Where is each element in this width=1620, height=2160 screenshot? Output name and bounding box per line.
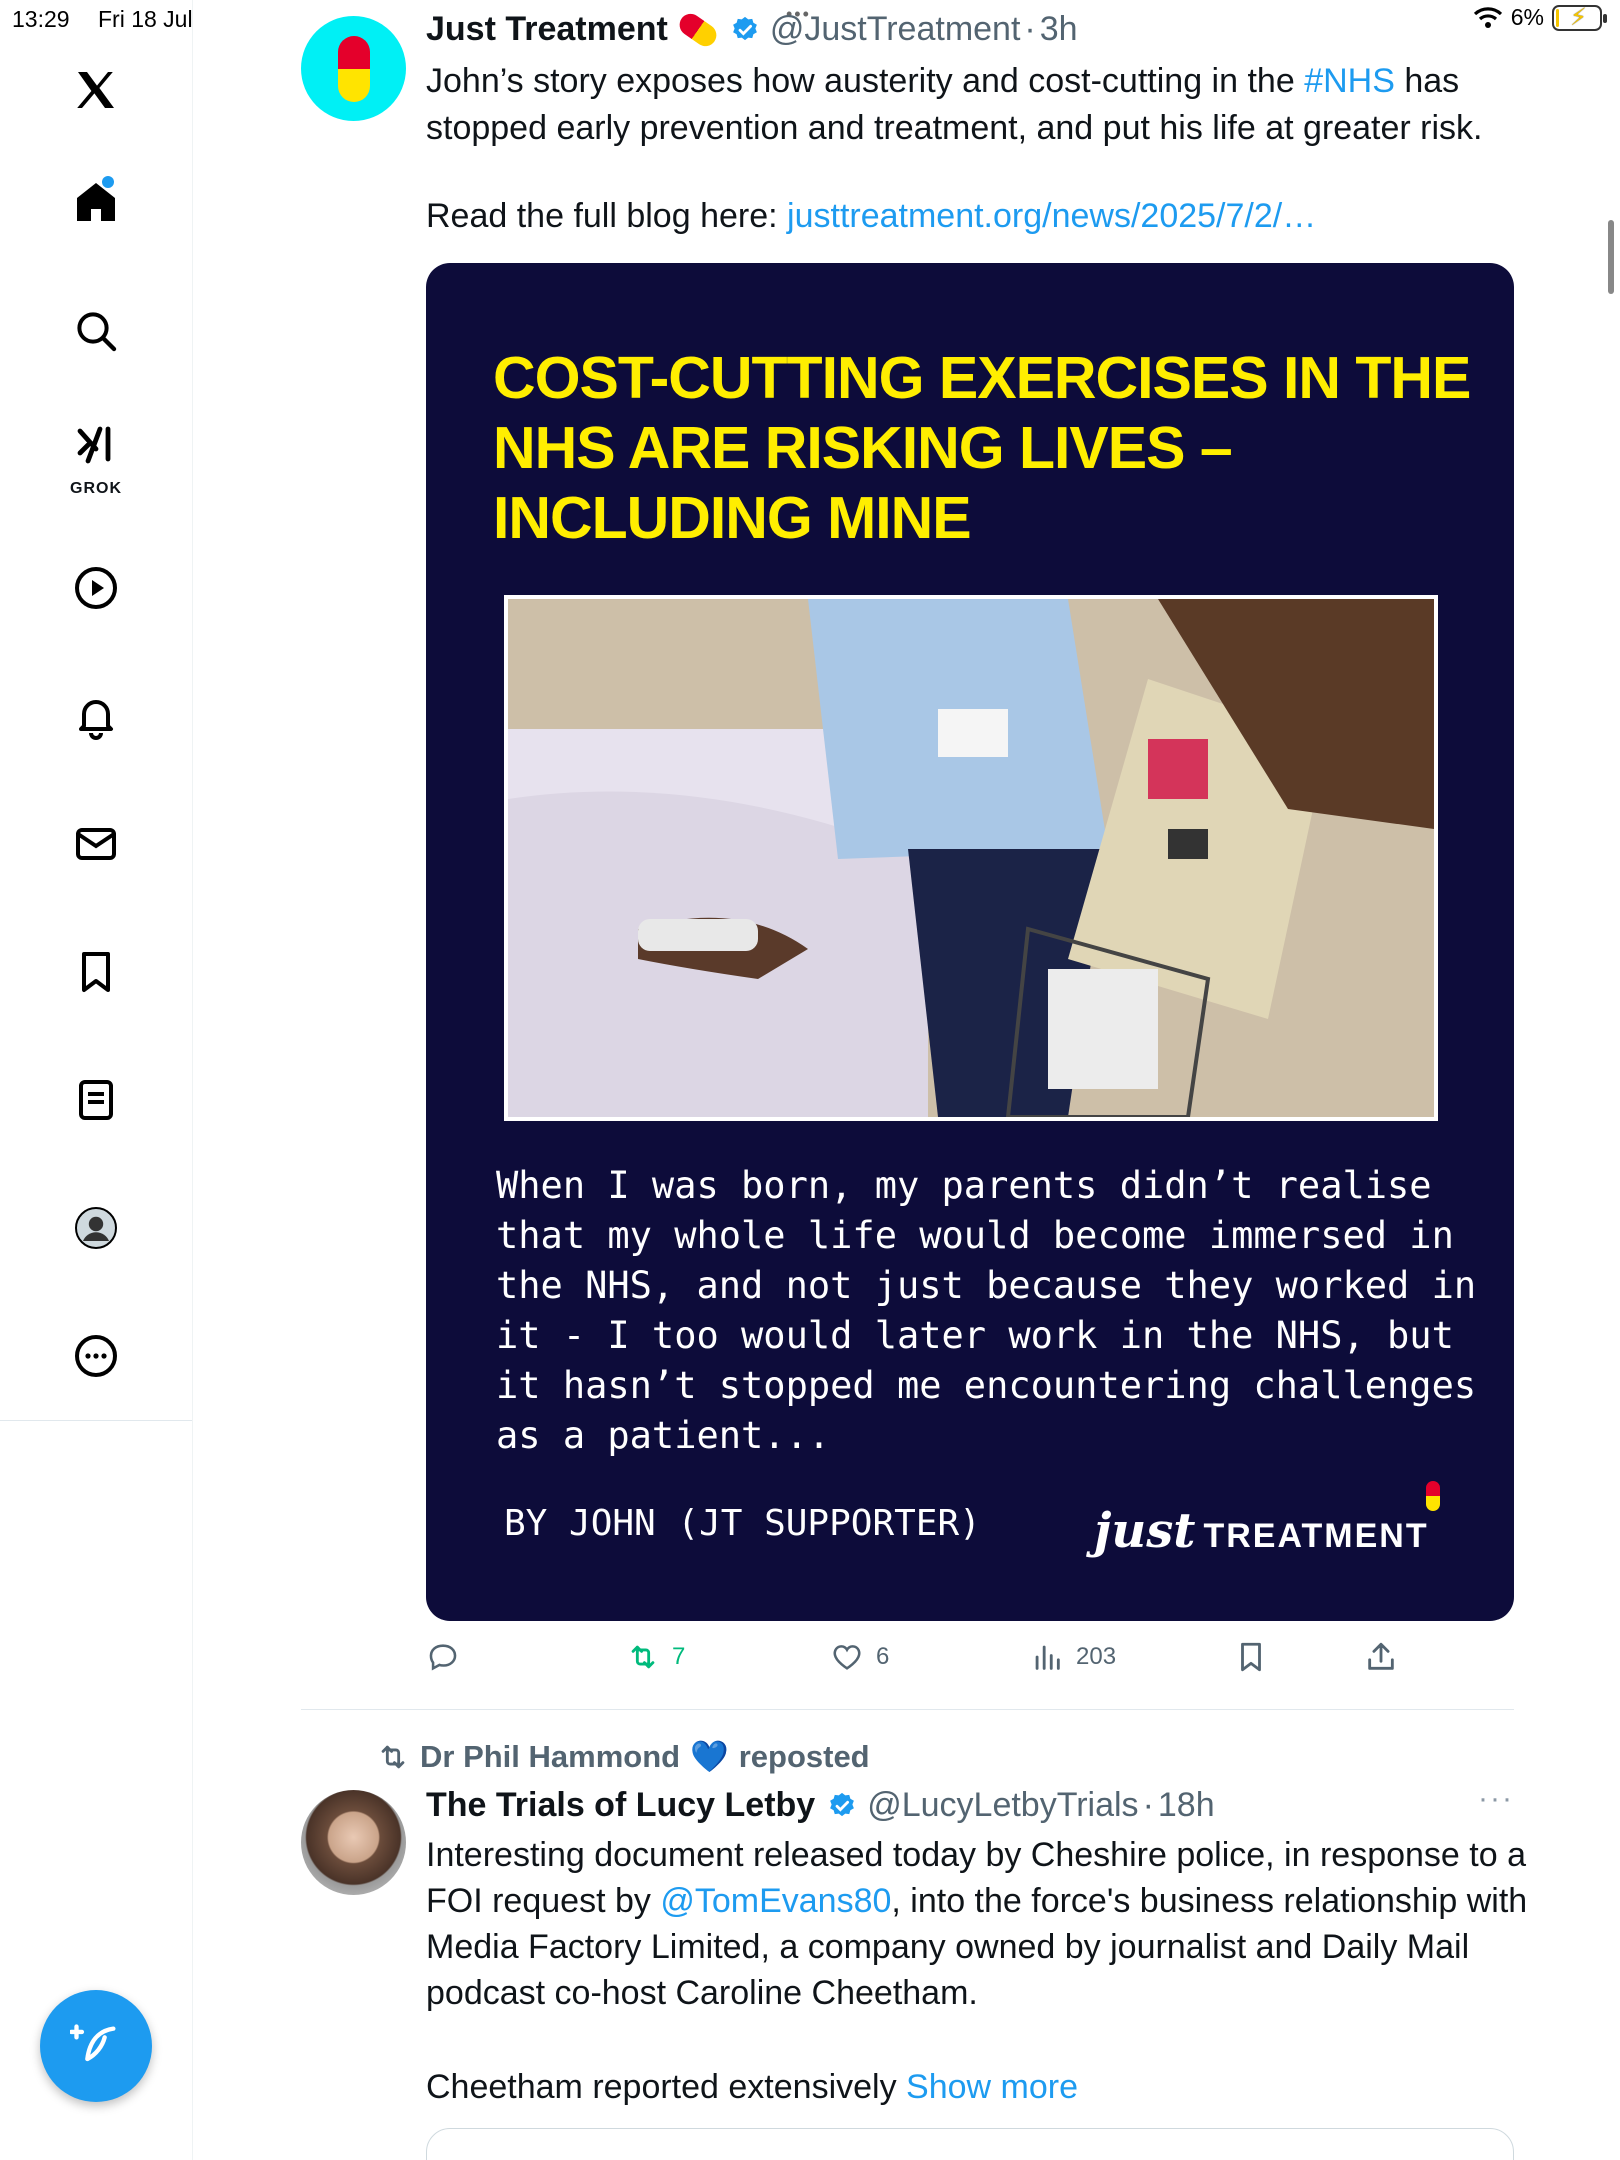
repost-indicator: Dr Phil Hammond 💙 reposted xyxy=(376,1738,870,1775)
reply-button[interactable] xyxy=(426,1640,472,1674)
compose-button[interactable] xyxy=(40,1990,152,2102)
wifi-icon xyxy=(1473,6,1502,28)
mail-icon[interactable] xyxy=(58,806,134,882)
tweet-time[interactable]: 18h xyxy=(1158,1786,1215,1825)
tweet-time[interactable]: 3h xyxy=(1040,10,1078,49)
x-logo-icon[interactable] xyxy=(58,52,134,128)
retweet-icon xyxy=(631,1645,655,1669)
hospital-photo xyxy=(504,595,1438,1121)
show-more-link[interactable]: Show more xyxy=(906,2068,1078,2106)
view-count: 203 xyxy=(1076,1643,1117,1670)
tweet-text: John’s story exposes how austerity and c… xyxy=(426,62,1483,147)
status-indicators: 6% ⚡ xyxy=(1473,4,1607,31)
blog-link[interactable]: justtreatment.org/news/2025/7/2/… xyxy=(787,197,1316,235)
reposted-label: reposted xyxy=(738,1738,870,1774)
logo-word: TREATMENT xyxy=(1203,1517,1429,1555)
share-button[interactable] xyxy=(1364,1640,1398,1674)
retweet-button[interactable]: 7 xyxy=(626,1640,685,1674)
reposter-name[interactable]: Dr Phil Hammond xyxy=(420,1739,680,1775)
sidebar-divider xyxy=(0,1420,192,1421)
pill-logo-icon xyxy=(337,35,370,102)
media-byline: BY JOHN (JT SUPPORTER) xyxy=(504,1503,981,1544)
search-icon[interactable] xyxy=(58,293,134,369)
media-title: COST-CUTTING EXERCISES IN THE NHS ARE RI… xyxy=(493,345,1471,551)
more-options-icon[interactable]: ··· xyxy=(1478,1782,1514,1816)
bookmark-button[interactable] xyxy=(1234,1640,1268,1674)
retweet-count: 7 xyxy=(672,1643,686,1670)
grok-icon[interactable]: GROK xyxy=(58,418,134,497)
read-more-line: Read the full blog here: justtreatment.o… xyxy=(426,197,1317,235)
tweet-divider xyxy=(301,1709,1514,1710)
heart-icon xyxy=(833,1645,861,1670)
bell-icon[interactable] xyxy=(58,678,134,754)
battery-percent: 6% xyxy=(1510,4,1544,30)
pill-emoji-icon xyxy=(675,9,721,50)
author-name[interactable]: The Trials of Lucy Letby xyxy=(426,1786,815,1825)
retweet-icon xyxy=(381,1745,405,1768)
just-treatment-logo: just TREATMENT xyxy=(1094,1503,1429,1559)
tweet-text: Interesting document released today by C… xyxy=(426,1836,1528,2012)
sidebar: GROK xyxy=(0,0,193,2160)
tweet-header: Just Treatment @JustTreatment · 3h xyxy=(426,9,1078,50)
blue-heart-icon: 💙 xyxy=(690,1739,729,1774)
verified-badge-icon xyxy=(827,1791,857,1821)
tweet-media-card[interactable] xyxy=(426,2128,1514,2160)
like-count: 6 xyxy=(876,1643,890,1670)
list-icon[interactable] xyxy=(58,1062,134,1138)
bookmark-icon xyxy=(1241,1642,1261,1672)
play-icon[interactable] xyxy=(58,550,134,626)
reply-icon xyxy=(429,1644,457,1671)
scrollbar[interactable] xyxy=(1608,220,1614,294)
views-button[interactable]: 203 xyxy=(1030,1640,1116,1674)
views-icon xyxy=(1035,1645,1060,1670)
tweet-header: The Trials of Lucy Letby @LucyLetbyTrial… xyxy=(426,1786,1215,1825)
mention-link[interactable]: @TomEvans80 xyxy=(660,1882,891,1920)
verified-badge-icon xyxy=(730,15,760,45)
home-icon[interactable] xyxy=(58,164,134,240)
grok-label: GROK xyxy=(70,480,122,497)
avatar[interactable] xyxy=(301,1790,406,1895)
media-quote: When I was born, my parents didn’t reali… xyxy=(496,1164,1477,1457)
author-handle[interactable]: @JustTreatment xyxy=(770,10,1021,49)
bookmark-icon[interactable] xyxy=(58,934,134,1010)
logo-script: just xyxy=(1094,1503,1196,1559)
tweet-media-card[interactable]: COST-CUTTING EXERCISES IN THE NHS ARE RI… xyxy=(426,263,1514,1621)
logo-pill-icon xyxy=(1426,1481,1440,1511)
unread-dot xyxy=(102,176,114,188)
tweet-text-continued: Cheetham reported extensively Show more xyxy=(426,2068,1079,2106)
avatar[interactable] xyxy=(301,16,406,121)
compose-icon xyxy=(70,2024,116,2062)
hashtag-link[interactable]: #NHS xyxy=(1304,62,1395,100)
more-icon[interactable] xyxy=(58,1318,134,1394)
author-name[interactable]: Just Treatment xyxy=(426,10,668,49)
share-icon xyxy=(1368,1642,1394,1670)
author-handle[interactable]: @LucyLetbyTrials xyxy=(867,1786,1138,1825)
profile-icon[interactable] xyxy=(58,1190,134,1266)
battery-icon: ⚡ xyxy=(1552,4,1607,31)
like-button[interactable]: 6 xyxy=(830,1640,889,1674)
